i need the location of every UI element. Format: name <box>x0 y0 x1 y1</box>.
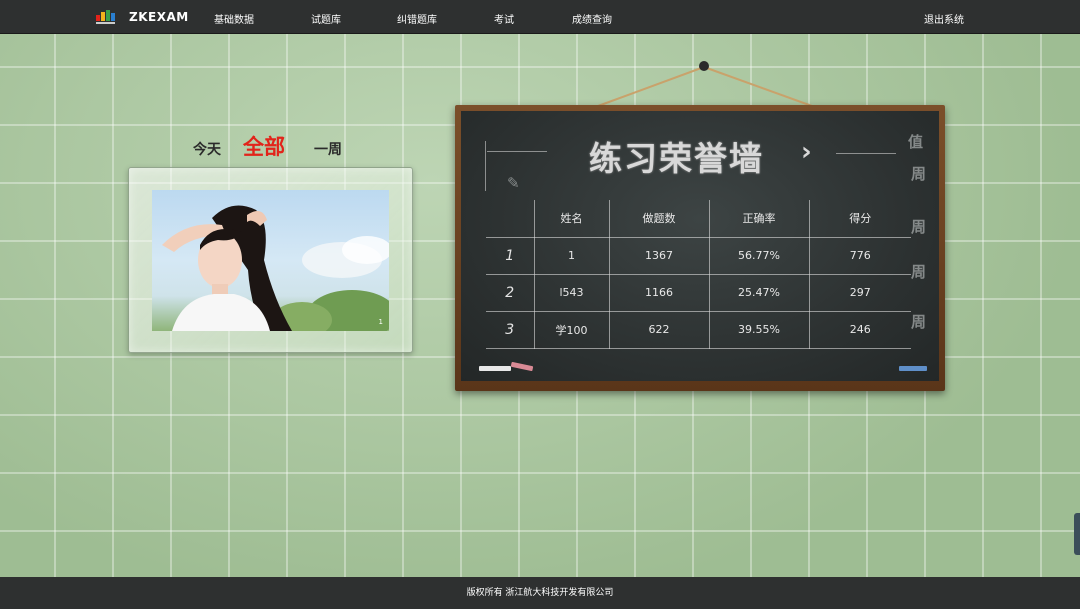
done-count: 1166 <box>608 273 710 312</box>
student-portrait-image <box>162 205 389 331</box>
leaderboard-table: 姓名 做题数 正确率 得分 1 1 1367 56.77% 776 2 l543 <box>486 200 911 349</box>
header-accuracy: 正确率 <box>708 200 810 238</box>
period-week-tab[interactable]: 一周 <box>314 139 342 159</box>
student-name: l543 <box>533 273 610 312</box>
accuracy-rate: 39.55% <box>708 310 810 349</box>
nav-score-query[interactable]: 成绩查询 <box>572 11 612 26</box>
nav-question-bank[interactable]: 试题库 <box>311 11 341 26</box>
photo-index-badge: 1 <box>378 318 383 326</box>
blackboard-surface: 值 周 周 周 周 ✎ 练习荣誉墙 › 姓名 做题数 正确率 得分 1 1 13… <box>461 111 939 381</box>
honor-wall-board: 值 周 周 周 周 ✎ 练习荣誉墙 › 姓名 做题数 正确率 得分 1 1 13… <box>455 105 945 391</box>
header-done-count: 做题数 <box>608 200 710 238</box>
score: 297 <box>808 273 911 312</box>
table-row: 2 l543 1166 25.47% 297 <box>486 273 911 312</box>
chalk-scribble-icon: 周 <box>911 313 927 331</box>
rank-number: 3 <box>486 310 535 349</box>
chalk-stroke <box>836 153 896 154</box>
student-name: 1 <box>533 236 610 275</box>
pink-chalk-icon <box>510 361 534 372</box>
header-name: 姓名 <box>533 200 610 238</box>
footer: 版权所有 浙江航大科技开发有限公司 <box>0 577 1080 609</box>
top-nav-bar: ZKEXAM 基础数据 试题库 纠错题库 考试 成绩查询 退出系统 <box>0 0 1080 34</box>
table-row: 3 学100 622 39.55% 246 <box>486 310 911 349</box>
rank-number: 2 <box>486 273 535 312</box>
side-scroll-tab[interactable] <box>1074 513 1080 555</box>
featured-photo[interactable]: 1 <box>152 190 389 331</box>
logo-text[interactable]: ZKEXAM <box>129 10 189 24</box>
nav-basic-data[interactable]: 基础数据 <box>214 11 254 26</box>
rank-number: 1 <box>486 236 535 275</box>
nav-error-bank[interactable]: 纠错题库 <box>397 11 437 26</box>
chevron-right-icon[interactable]: › <box>801 137 812 167</box>
score: 776 <box>808 236 911 275</box>
white-chalk-icon <box>479 366 511 371</box>
score: 246 <box>808 310 911 349</box>
table-row: 1 1 1367 56.77% 776 <box>486 236 911 275</box>
logo-icon <box>96 10 115 24</box>
copyright-text: 版权所有 浙江航大科技开发有限公司 <box>466 588 614 598</box>
chalk-stroke <box>485 141 486 191</box>
period-today-tab[interactable]: 今天 <box>193 139 221 159</box>
chalk-stroke <box>487 151 547 152</box>
header-score: 得分 <box>808 200 911 238</box>
chalk-scribble-icon: 周 <box>911 218 927 236</box>
nail-icon <box>699 61 709 71</box>
board-title: 练习荣誉墙 <box>589 139 764 178</box>
chalk-scribble-icon: ✎ <box>507 174 520 192</box>
period-all-tab[interactable]: 全部 <box>243 131 285 161</box>
chalk-scribble-icon: 周 <box>911 165 927 183</box>
student-name: 学100 <box>533 310 610 349</box>
chalk-scribble-icon: 值 <box>908 133 924 151</box>
chalk-scribble-icon: 周 <box>911 263 927 281</box>
done-count: 622 <box>608 310 710 349</box>
accuracy-rate: 56.77% <box>708 236 810 275</box>
nav-exam[interactable]: 考试 <box>494 11 514 26</box>
accuracy-rate: 25.47% <box>708 273 810 312</box>
logout-button[interactable]: 退出系统 <box>924 11 964 26</box>
table-header-row: 姓名 做题数 正确率 得分 <box>486 200 911 238</box>
eraser-icon <box>899 366 927 371</box>
done-count: 1367 <box>608 236 710 275</box>
header-rank <box>486 200 535 238</box>
